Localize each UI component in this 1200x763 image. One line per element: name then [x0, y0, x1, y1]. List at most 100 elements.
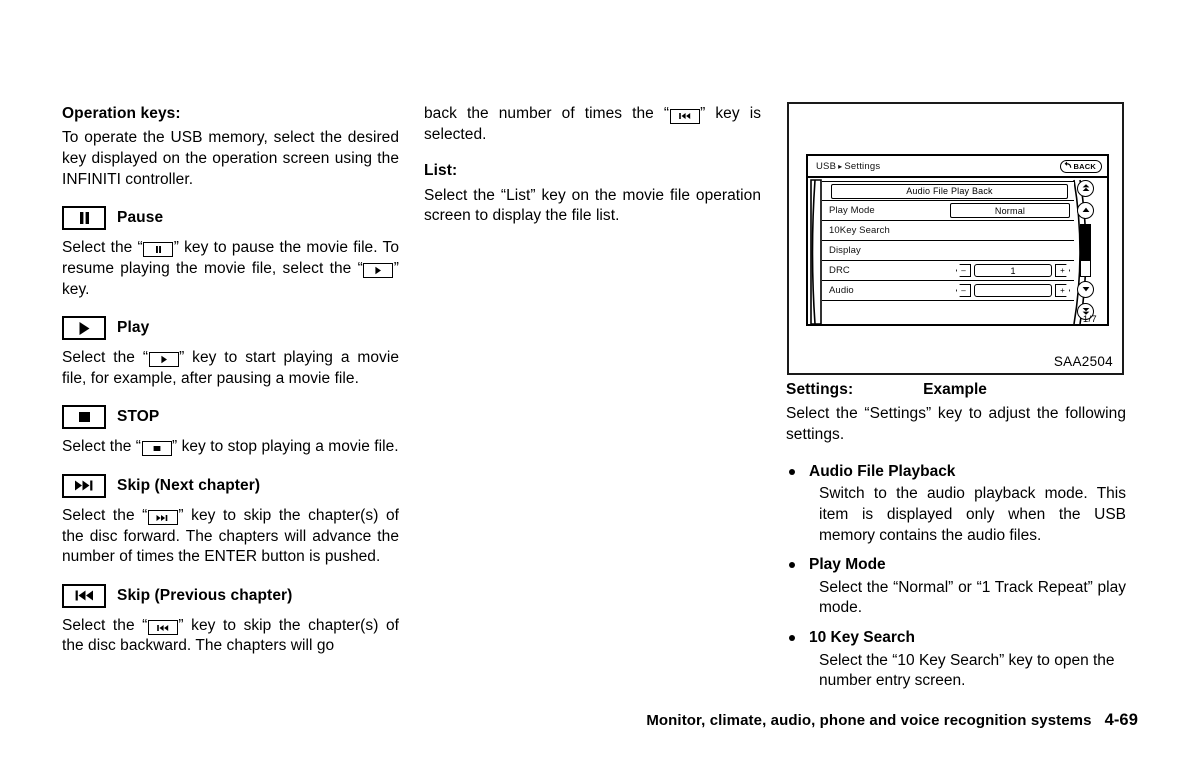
- settings-list: Audio File Play Back Play Mode Normal 10…: [822, 181, 1074, 301]
- item-title-text: Audio File Playback: [809, 462, 956, 480]
- pause-text-before: Select the “: [62, 239, 143, 257]
- scroll-down-button[interactable]: [1077, 281, 1094, 298]
- play-icon: [148, 352, 179, 368]
- skip-next-text-before: Select the “: [62, 506, 148, 524]
- key-heading-skip-next: Skip (Next chapter): [62, 473, 399, 498]
- drc-stepper: – 1 +: [956, 264, 1070, 277]
- double-up-arrow-icon: [1081, 180, 1091, 198]
- list-row-10key-search[interactable]: 10Key Search: [822, 221, 1074, 241]
- list-row-audio[interactable]: Audio – +: [822, 281, 1074, 301]
- device-breadcrumb: USB ▸ Settings: [816, 161, 880, 172]
- operation-keys-intro: To operate the USB memory, select the de…: [62, 129, 399, 188]
- scrollbar-thumb[interactable]: [1081, 225, 1090, 261]
- list-row-audio-file-play-back[interactable]: Audio File Play Back: [822, 181, 1074, 201]
- skip-next-description: Select the “” key to skip the chapter(s)…: [62, 506, 399, 568]
- skip-previous-continued: back the number of times the “” key is s…: [424, 104, 761, 145]
- skip-prev-text-before: Select the “: [62, 616, 148, 634]
- device-settings-screen: USB▸Settings BACK Audio File Play Back: [806, 154, 1109, 326]
- figure-illustration: USB▸Settings BACK Audio File Play Back: [787, 102, 1124, 375]
- list-item: Play Mode Select the “Normal” or “1 Trac…: [786, 555, 1126, 619]
- audio-label: Audio: [829, 285, 854, 296]
- breadcrumb-separator: ▸: [838, 161, 843, 171]
- column-left: Operation keys: To operate the USB memor…: [62, 104, 399, 673]
- breadcrumb-prefix: USB: [816, 160, 837, 172]
- figure-code: SAA2504: [1053, 354, 1113, 369]
- list-row-drc[interactable]: DRC – 1 +: [822, 261, 1074, 281]
- item-body-play-mode: Select the “Normal” or “1 Track Repeat” …: [819, 578, 1126, 617]
- back-arrow-icon: [1064, 157, 1073, 175]
- stop-text-before: Select the “: [62, 438, 142, 456]
- footer-page-number: 4-69: [1104, 711, 1138, 729]
- bullet-dot-icon: [789, 562, 795, 569]
- bullet-dot-icon: [789, 634, 795, 641]
- skip-prev-icon: [669, 108, 700, 124]
- list-row-play-mode[interactable]: Play Mode Normal: [822, 201, 1074, 221]
- drc-minus-button[interactable]: –: [956, 264, 971, 277]
- item-title-text: Play Mode: [809, 556, 886, 574]
- key-heading-stop: STOP: [62, 405, 399, 430]
- key-heading-play: Play: [62, 316, 399, 341]
- play-mode-value[interactable]: Normal: [950, 203, 1070, 218]
- pause-description: Select the “” key to pause the movie fil…: [62, 238, 399, 300]
- play-text-before: Select the “: [62, 349, 149, 367]
- breadcrumb-current: Settings: [844, 160, 881, 172]
- down-arrow-icon: [1081, 281, 1091, 299]
- skip-next-icon: [62, 473, 106, 498]
- bullet-dot-icon: [789, 468, 795, 475]
- key-label-skip-next: Skip (Next chapter): [117, 476, 261, 494]
- up-arrow-icon: [1081, 202, 1091, 220]
- drc-value[interactable]: 1: [974, 264, 1052, 277]
- operation-keys-heading: Operation keys:: [62, 105, 181, 122]
- drc-label: DRC: [829, 265, 850, 276]
- item-title-play-mode: Play Mode: [786, 555, 1126, 576]
- play-mode-label: Play Mode: [829, 205, 875, 216]
- play-icon: [363, 262, 394, 278]
- audio-minus-button[interactable]: –: [956, 284, 971, 297]
- drc-plus-button[interactable]: +: [1055, 264, 1070, 277]
- skip-previous-description: Select the “” key to skip the chapter(s)…: [62, 616, 399, 657]
- settings-heading: Settings:: [786, 381, 854, 398]
- scroll-controls: [1074, 180, 1100, 322]
- column-middle: back the number of times the “” key is s…: [424, 104, 761, 243]
- audio-plus-button[interactable]: +: [1055, 284, 1070, 297]
- key-heading-skip-previous: Skip (Previous chapter): [62, 583, 399, 608]
- settings-description: Select the “Settings” key to adjust the …: [786, 405, 1126, 444]
- pause-icon: [143, 242, 174, 258]
- key-label-stop: STOP: [117, 408, 160, 426]
- item-title-audio-file-playback: Audio File Playback: [786, 462, 1126, 483]
- skip-prev-icon: [147, 620, 178, 636]
- scrollbar-track[interactable]: [1080, 224, 1091, 277]
- key-label-play: Play: [117, 319, 150, 337]
- play-icon: [62, 316, 106, 341]
- settings-items-list: Audio File Playback Switch to the audio …: [786, 462, 1126, 692]
- page-footer: Monitor, climate, audio, phone and voice…: [0, 711, 1138, 730]
- key-heading-pause: Pause: [62, 206, 399, 231]
- list-item: Audio File Playback Switch to the audio …: [786, 462, 1126, 546]
- device-screen-header: USB ▸ Settings BACK: [808, 156, 1107, 178]
- scroll-up-button[interactable]: [1077, 202, 1094, 219]
- list-item: 10 Key Search Select the “10 Key Search”…: [786, 628, 1126, 692]
- skip-prev-icon: [62, 583, 106, 608]
- item-body-audio-file-playback: Switch to the audio playback mode. This …: [819, 485, 1126, 544]
- scroll-top-button[interactable]: [1077, 180, 1094, 197]
- column-right: Settings: Select the “Settings” key to a…: [786, 380, 1126, 701]
- audio-value[interactable]: [974, 284, 1052, 297]
- audio-stepper: – +: [956, 284, 1070, 297]
- stop-text-after: ” key to stop playing a movie file.: [172, 438, 399, 456]
- display-label: Display: [829, 245, 861, 256]
- key-label-skip-previous: Skip (Previous chapter): [117, 586, 293, 604]
- key-label-pause: Pause: [117, 209, 164, 227]
- back-button[interactable]: BACK: [1059, 157, 1102, 175]
- device-screen-body: Audio File Play Back Play Mode Normal 10…: [808, 178, 1107, 326]
- list-row-display[interactable]: Display: [822, 241, 1074, 261]
- item-title-10-key-search: 10 Key Search: [786, 628, 1126, 649]
- list-heading: List:: [424, 162, 458, 180]
- back-button-label: BACK: [1073, 161, 1096, 171]
- page-indicator: 1/7: [1082, 314, 1097, 325]
- audio-file-play-back-button[interactable]: Audio File Play Back: [831, 183, 1068, 199]
- list-description: Select the “List” key on the movie file …: [424, 186, 761, 225]
- ten-key-search-label: 10Key Search: [829, 225, 890, 236]
- stop-icon: [62, 405, 106, 430]
- footer-section-title: Monitor, climate, audio, phone and voice…: [646, 712, 1092, 729]
- item-body-10-key-search: Select the “10 Key Search” key to open t…: [819, 651, 1115, 690]
